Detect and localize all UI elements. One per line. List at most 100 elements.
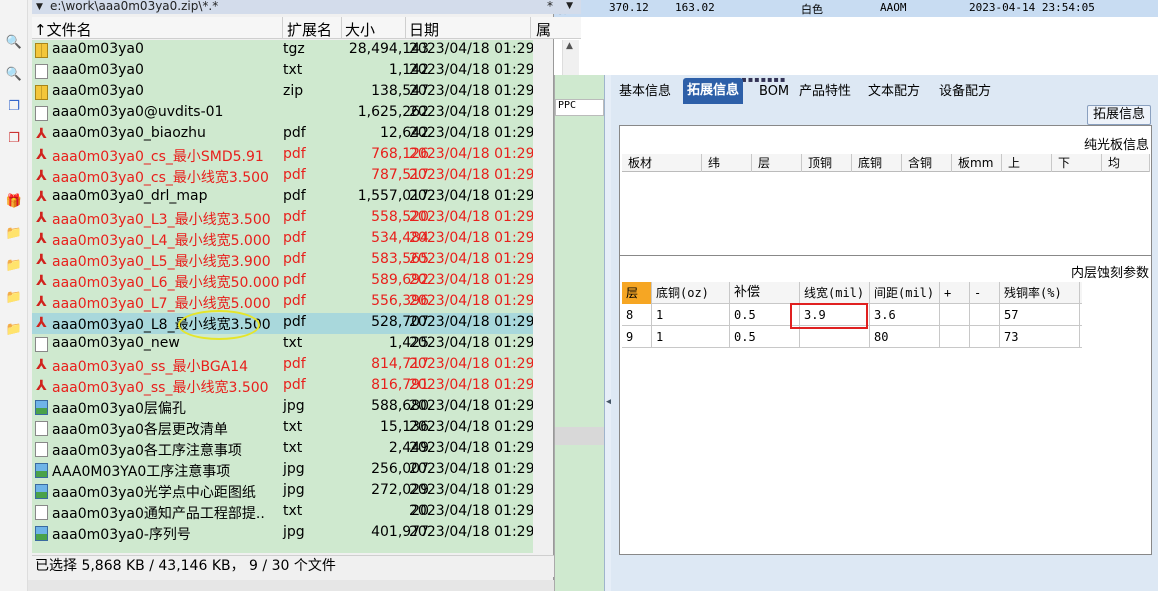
inner-etch-cell[interactable] [800,326,870,348]
image-file-icon [35,526,48,541]
bare-board-column-header[interactable]: 顶铜 [802,154,852,172]
tab-product-characteristics[interactable]: 产品特性 [795,81,855,103]
file-row[interactable]: ⅄ aaa0m03ya0_L5_最小线宽3.900 pdf 583,565 2023/0… [32,250,533,271]
file-row[interactable]: ⅄ aaa0m03ya0_ss_最小BGA14 pdf 814,717 2023/04/… [32,355,533,376]
file-row[interactable]: ⅄ aaa0m03ya0_drl_map pdf 1,557,017 2023/04/1… [32,187,533,208]
file-row[interactable]: aaa0m03ya0层偏孔 jpg 588,680 2023/04/18 01:29 [32,397,533,418]
bare-board-column-header[interactable]: 底铜 [852,154,902,172]
file-name: aaa0m03ya0_L5_最小线宽3.900 [52,254,271,270]
folder-icon[interactable]: 📁 [5,256,23,274]
copy-icon[interactable]: ❐ [5,97,23,115]
file-row[interactable]: ⅄ aaa0m03ya0_ss_最小线宽3.500 pdf 816,791 2023/0… [32,376,533,397]
bare-board-column-header[interactable]: 下 [1052,154,1102,172]
file-name: aaa0m03ya0光学点中心距图纸 [52,485,256,501]
file-date: 2023/04/18 01:29 [409,440,533,456]
file-row[interactable]: aaa0m03ya0 zip 138,547 2023/04/18 01:29 [32,82,533,103]
scroll-up-icon[interactable]: ▲ [566,41,573,51]
tab-basic-info[interactable]: 基本信息 [615,81,675,103]
file-row[interactable]: aaa0m03ya0 tgz 28,494,143 2023/04/18 01:29 [32,40,533,61]
inner-etch-column-header[interactable]: + [940,282,970,304]
file-ext: jpg [283,461,305,477]
inner-etch-cell[interactable]: 3.6 [870,304,940,326]
chevron-down-icon[interactable]: ▼ [36,1,43,13]
file-row[interactable]: ⅄ aaa0m03ya0_L4_最小线宽5.000 pdf 534,484 2023/0… [32,229,533,250]
highlight-box [790,303,868,329]
file-row[interactable]: aaa0m03ya0-序列号 jpg 401,977 2023/04/18 01:29 [32,523,533,544]
product-detail-panel: ▪▪▪▪▪▪▪▪ 基本信息 拓展信息 BOM 产品特性 文本配方 设备配方 拓展… [611,75,1158,591]
folder-icon[interactable]: 📁 [5,320,23,338]
file-row[interactable]: ⅄ aaa0m03ya0_L7_最小线宽5.000 pdf 556,396 2023/0… [32,292,533,313]
background-record-row: 级 370.12 163.02 白色 AAOM 2023-04-14 23:54… [553,0,1158,17]
tab-bar: ▪▪▪▪▪▪▪▪ 基本信息 拓展信息 BOM 产品特性 文本配方 设备配方 [611,75,1158,104]
inner-etch-cell[interactable]: 1 [652,304,730,326]
pdf-file-icon: ⅄ [36,378,47,394]
bare-board-column-header[interactable]: 板材 [622,154,702,172]
folder-add-icon[interactable]: 📁 [5,224,23,242]
section-divider [620,255,1151,256]
file-row[interactable]: aaa0m03ya0@uvdits-01 1,625,262 2023/04/18 … [32,103,533,124]
document-file-icon [35,442,48,457]
inner-etch-cell[interactable]: 73 [1000,326,1080,348]
inner-etch-cell[interactable] [970,326,1000,348]
tab-bom[interactable]: BOM [755,81,793,103]
column-header-date[interactable]: 日期 [409,19,439,40]
expand-info-button[interactable]: 拓展信息 [1087,105,1151,125]
column-header-name[interactable]: ↑文件名 [34,19,92,40]
file-row[interactable]: ⅄ aaa0m03ya0_L3_最小线宽3.500 pdf 558,520 2023/0… [32,208,533,229]
bare-board-column-header[interactable]: 均 [1102,154,1150,172]
tab-equipment-recipe[interactable]: 设备配方 [935,81,995,103]
file-row[interactable]: ⅄ aaa0m03ya0_cs_最小线宽3.500 pdf 787,517 2023/0… [32,166,533,187]
splitter[interactable]: ◀ [604,75,613,591]
inner-etch-cell[interactable]: 0.5 [730,326,800,348]
search-page-icon[interactable]: 🔍 [5,33,23,51]
file-row[interactable]: ⅄ aaa0m03ya0_L8_最小线宽3.500 pdf 528,707 2023/0… [32,313,533,334]
inner-etch-column-header[interactable]: 线宽(mil) [800,282,870,304]
inner-etch-cell[interactable]: 57 [1000,304,1080,326]
inner-etch-column-header[interactable]: 层 [622,282,652,304]
folder-icon[interactable]: 📁 [5,288,23,306]
inner-etch-cell[interactable] [970,304,1000,326]
inner-etch-column-header[interactable]: 残铜率(%) [1000,282,1080,304]
inner-etch-cell[interactable]: 80 [870,326,940,348]
inner-etch-column-header[interactable]: 补偿 [730,282,800,304]
column-header-attr[interactable]: 属 [536,19,551,40]
file-row[interactable]: ⅄ aaa0m03ya0_biaozhu pdf 12,642 2023/04/18 0… [32,124,533,145]
bare-board-column-header[interactable]: 层 [752,154,802,172]
column-header-size[interactable]: 大小 [345,19,375,40]
inner-etch-cell[interactable]: 1 [652,326,730,348]
path-bar[interactable]: ▼ e:\work\aaa0m03ya0.zip\*.* * ▼ [32,0,581,14]
horizontal-scrollbar[interactable] [28,580,582,591]
file-row[interactable]: aaa0m03ya0各工序注意事项 txt 2,449 2023/04/18 01:2… [32,439,533,460]
bare-board-column-header[interactable]: 含铜 [902,154,952,172]
bare-board-column-header[interactable]: 纬 [702,154,752,172]
file-row[interactable]: AAA0M03YA0工序注意事项 jpg 256,007 2023/04/18 01:… [32,460,533,481]
file-row[interactable]: aaa0m03ya0 txt 1,142 2023/04/18 01:29 [32,61,533,82]
bare-board-column-header[interactable]: 上 [1002,154,1052,172]
search-red-icon[interactable]: 🔍 [5,65,23,83]
dropdown-icon[interactable]: ▼ [566,0,573,12]
inner-etch-column-header[interactable]: - [970,282,1000,304]
file-row[interactable]: aaa0m03ya0_new txt 1,425 2023/04/18 01:29 [32,334,533,355]
gift-box-icon[interactable]: 🎁 [5,192,23,210]
inner-etch-cell[interactable] [940,326,970,348]
file-row[interactable]: aaa0m03ya0光学点中心距图纸 jpg 272,029 2023/04/18 0… [32,481,533,502]
file-row[interactable]: aaa0m03ya0通知产品工程部提.. txt 20 2023/04/18 01:2… [32,502,533,523]
file-name: aaa0m03ya0 [52,83,144,99]
file-row[interactable]: ⅄ aaa0m03ya0_cs_最小SMD5.91 pdf 768,126 2023/0… [32,145,533,166]
tab-text-recipe[interactable]: 文本配方 [864,81,924,103]
file-name: aaa0m03ya0_ss_最小线宽3.500 [52,380,269,396]
filter-text[interactable]: * [547,0,553,12]
file-date: 2023/04/18 01:29 [409,146,533,162]
inner-etch-cell[interactable]: 8 [622,304,652,326]
inner-etch-column-header[interactable]: 底铜(oz) [652,282,730,304]
document-file-icon [35,106,48,121]
inner-etch-column-header[interactable]: 间距(mil) [870,282,940,304]
inner-etch-cell[interactable] [940,304,970,326]
file-row[interactable]: aaa0m03ya0各层更改清单 txt 15,136 2023/04/18 01:2… [32,418,533,439]
file-row[interactable]: ⅄ aaa0m03ya0_L6_最小线宽50.000 pdf 589,692 2023/… [32,271,533,292]
inner-etch-cell[interactable]: 9 [622,326,652,348]
column-header-ext[interactable]: 扩展名 [287,19,332,40]
tab-extended-info[interactable]: 拓展信息 [683,78,744,104]
bare-board-column-header[interactable]: 板mm [952,154,1002,172]
copy-red-icon[interactable]: ❐ [5,129,23,147]
